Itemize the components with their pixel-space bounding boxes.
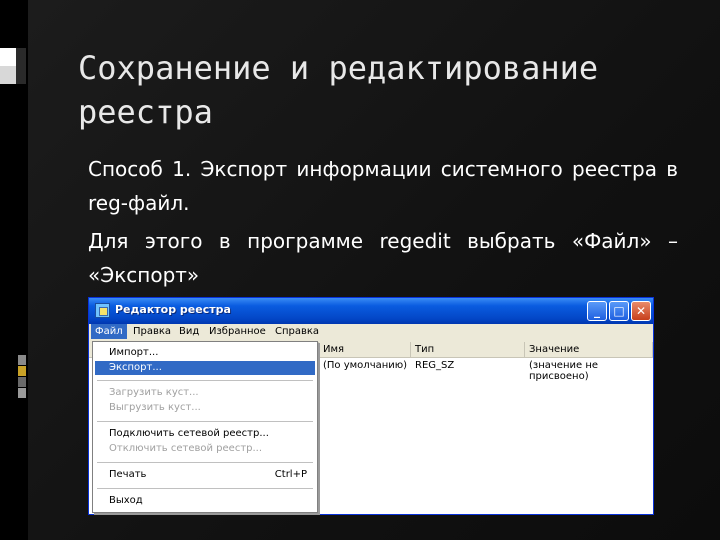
menu-item-label: Печать [109,469,147,480]
menu-separator [97,421,313,422]
menu-view[interactable]: Вид [179,326,199,337]
menu-item-label: Выгрузить куст... [109,402,201,413]
menu-item-connect-network[interactable]: Подключить сетевой реестр... [95,427,315,441]
regedit-app-icon [95,303,110,318]
menu-item-label: Импорт... [109,347,159,358]
deco-bar-top-2 [0,66,16,84]
menu-separator [97,462,313,463]
deco-bar-gold [18,366,26,376]
menu-item-exit[interactable]: Выход [95,494,315,508]
menu-item-unload-hive[interactable]: Выгрузить куст... [95,401,315,415]
deco-bar-top [0,48,16,66]
deco-bar-gray-2 [18,377,26,387]
deco-bar-top-dark [16,48,26,84]
menu-help[interactable]: Справка [275,326,319,337]
maximize-button[interactable]: □ [609,301,629,321]
menu-item-disconnect-network[interactable]: Отключить сетевой реестр... [95,442,315,456]
menu-item-label: Экспорт... [109,362,162,373]
column-header-value[interactable]: Значение [525,342,653,358]
menu-separator [97,488,313,489]
menu-item-shortcut: Ctrl+P [274,469,307,480]
menu-item-label: Выход [109,495,143,506]
menu-bar: Файл Правка Вид Избранное Справка [89,324,653,342]
row-type: REG_SZ [415,360,455,371]
menu-separator [97,380,313,381]
deco-bar-gray [18,355,26,365]
paragraph-method: Способ 1. Экспорт информации системного … [88,157,678,215]
column-header-type[interactable]: Тип [411,342,525,358]
file-menu-dropdown: Импорт... Экспорт... Загрузить куст... В… [92,341,318,513]
slide-title: Сохранение и редактирование реестра [78,49,599,131]
menu-item-load-hive[interactable]: Загрузить куст... [95,386,315,400]
row-name[interactable]: (По умолчанию) [323,360,407,371]
menu-item-import[interactable]: Импорт... [95,346,315,360]
deco-bar-gray-3 [18,388,26,398]
menu-favorites[interactable]: Избранное [209,326,266,337]
menu-item-label: Отключить сетевой реестр... [109,443,263,454]
window-titlebar[interactable]: Редактор реестра _ □ ✕ [89,298,653,324]
window-title: Редактор реестра [115,303,231,316]
close-button[interactable]: ✕ [631,301,651,321]
minimize-button[interactable]: _ [587,301,607,321]
menu-file[interactable]: Файл [91,324,127,339]
menu-item-print[interactable]: Печать Ctrl+P [95,468,315,482]
menu-item-label: Загрузить куст... [109,387,199,398]
menu-item-export[interactable]: Экспорт... [95,361,315,375]
column-header-name[interactable]: Имя [319,342,411,358]
menu-edit[interactable]: Правка [133,326,171,337]
row-value: (значение не присвоено) [529,360,599,382]
menu-item-label: Подключить сетевой реестр... [109,428,269,439]
paragraph-instruction: Для этого в программе regedit выбрать «Ф… [88,229,678,287]
